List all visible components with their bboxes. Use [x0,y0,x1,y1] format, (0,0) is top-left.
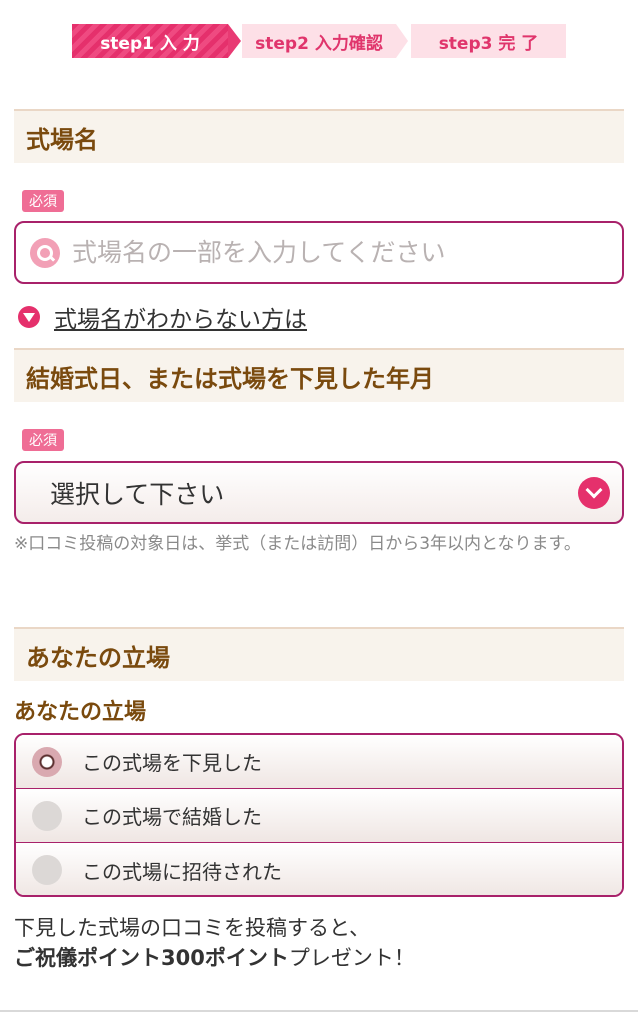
step-2-arrow [396,24,408,58]
venue-help-link[interactable]: 式場名がわからない方は [18,300,307,334]
step-1: step1 入 力 [72,24,228,58]
promo-line-1: 下見した式場の口コミを投稿すると、 [14,916,371,940]
radio-label: この式場に招待された [82,859,282,884]
venue-search-box [14,221,624,284]
date-select[interactable]: 選択して下さい [14,461,624,524]
promo-tail: プレゼント！ [288,946,415,970]
step-3: step3 完 了 [411,24,566,58]
date-note: ※口コミ投稿の対象日は、挙式（または訪問）日から3年以内となります。 [14,534,581,554]
position-radio-group: この式場を下見した この式場で結婚した この式場に招待された [14,733,624,897]
chevron-down-icon [578,476,610,509]
venue-help-link-text[interactable]: 式場名がわからない方は [54,300,307,334]
search-icon [30,237,60,268]
position-section-header: あなたの立場 [14,627,624,681]
venue-search-input[interactable] [72,238,612,267]
radio-button[interactable] [32,855,62,885]
position-sub-label: あなたの立場 [14,700,147,725]
date-section-header: 結婚式日、または式場を下見した年月 [14,348,624,402]
venue-section-header: 式場名 [14,109,624,163]
step-1-arrow [228,24,241,58]
radio-option-married[interactable]: この式場で結婚した [16,789,622,843]
radio-button[interactable] [32,800,62,831]
step-indicator: step1 入 力 step2 入力確認 step3 完 了 [72,24,572,58]
radio-option-preview[interactable]: この式場を下見した [16,735,622,789]
date-select-value: 選択して下さい [50,479,225,509]
radio-button-checked[interactable] [32,746,62,777]
venue-required-badge: 必須 [22,190,64,212]
promo-text: 下見した式場の口コミを投稿すると、 ご祝儀ポイント300ポイントプレゼント！ [14,913,415,973]
promo-bold: ご祝儀ポイント300ポイント [14,946,289,970]
radio-label: この式場を下見した [82,751,262,775]
date-required-badge: 必須 [22,429,64,451]
radio-label: この式場で結婚した [82,805,262,829]
promo-line-2: ご祝儀ポイント300ポイントプレゼント！ [14,943,415,973]
triangle-down-icon [18,306,40,328]
radio-option-invited[interactable]: この式場に招待された [16,843,622,895]
divider [0,1010,638,1012]
step-2: step2 入力確認 [242,24,396,58]
